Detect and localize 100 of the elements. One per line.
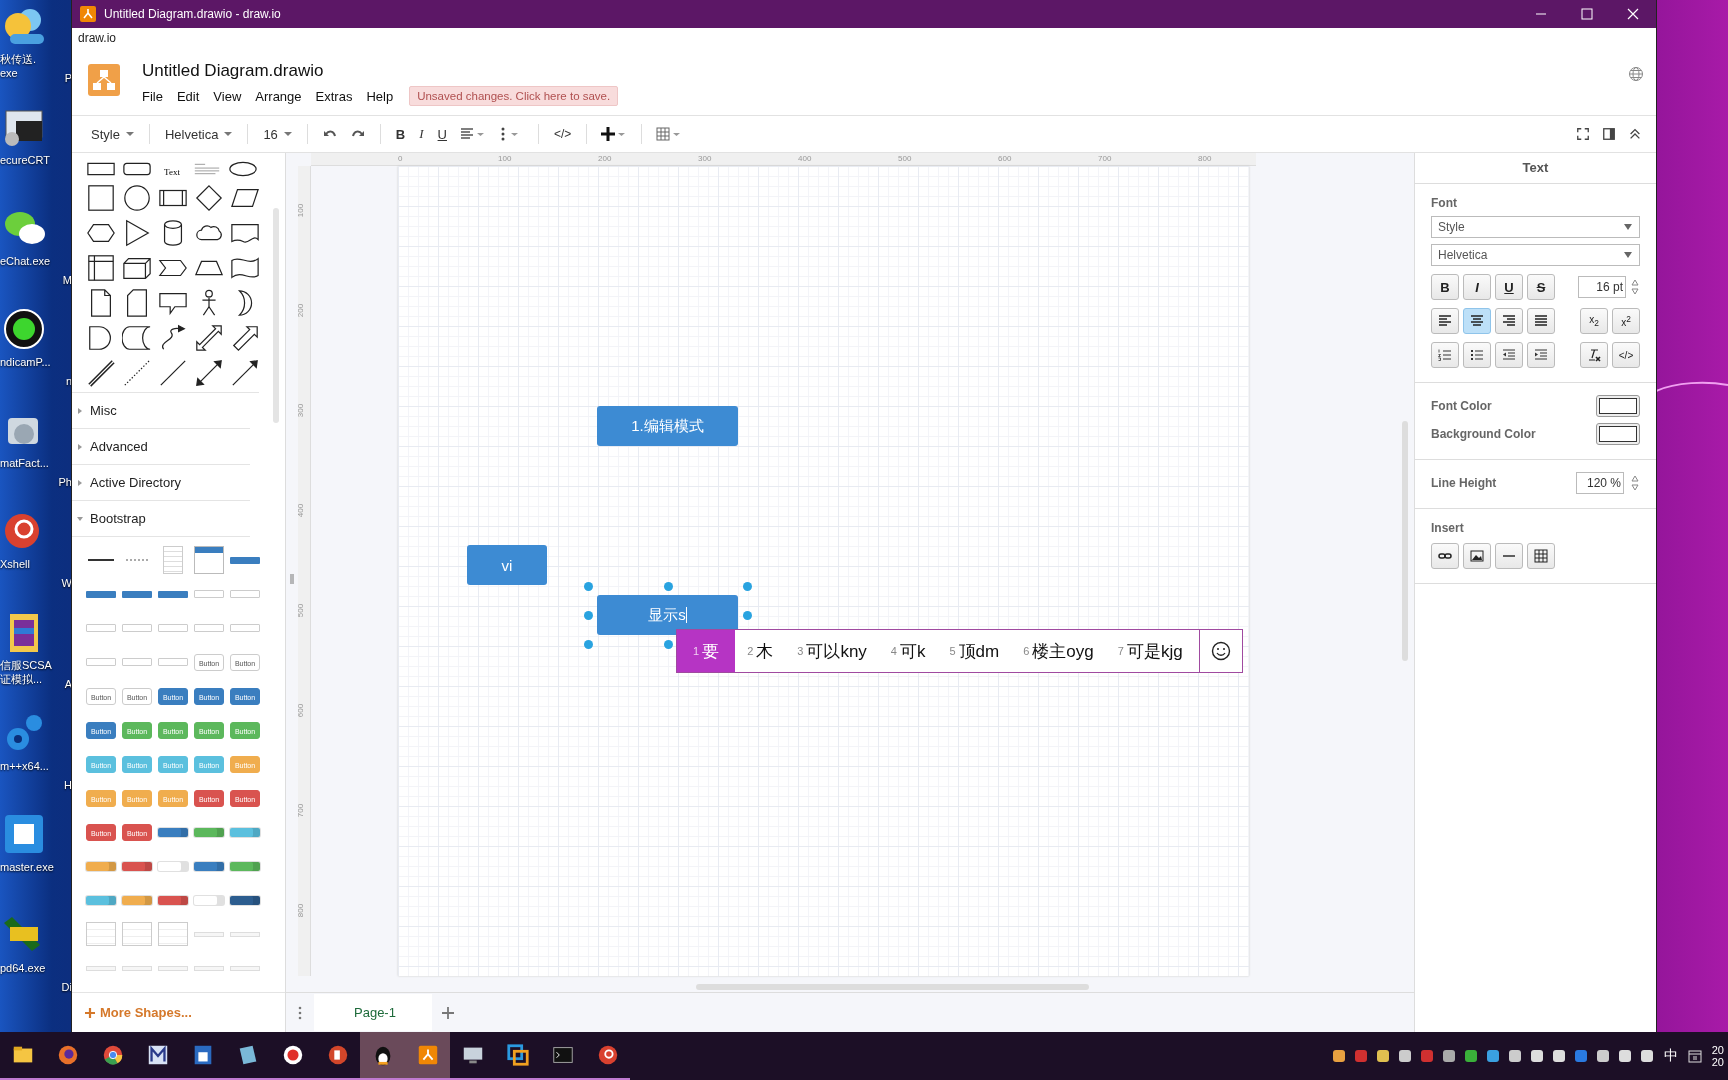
document-title[interactable]: Untitled Diagram.drawio bbox=[142, 60, 619, 82]
rectangle-shape-icon[interactable] bbox=[86, 161, 116, 177]
expand-arrow-icon[interactable] bbox=[76, 478, 84, 487]
tray-icon[interactable] bbox=[1639, 1049, 1654, 1063]
input-thumbnail[interactable] bbox=[158, 624, 188, 632]
font-dropdown[interactable]: Helvetica bbox=[159, 123, 238, 145]
resize-handle[interactable] bbox=[663, 640, 673, 649]
spinner-icon[interactable] bbox=[1630, 277, 1640, 297]
clear-formatting-button[interactable] bbox=[1580, 342, 1608, 368]
split-button-thumbnail[interactable] bbox=[122, 895, 152, 905]
resize-handle[interactable] bbox=[743, 582, 752, 591]
menu-item[interactable]: Extras bbox=[315, 88, 353, 104]
tray-icon[interactable] bbox=[1397, 1049, 1412, 1063]
input-thumbnail[interactable] bbox=[122, 658, 152, 666]
section-header[interactable]: Active Directory bbox=[90, 475, 182, 490]
ime-candidate[interactable]: 6 楼主oyg bbox=[1011, 630, 1106, 672]
line-icon[interactable] bbox=[158, 358, 188, 388]
underline-button[interactable]: U bbox=[432, 123, 452, 145]
bar-thumbnail[interactable] bbox=[122, 590, 152, 598]
desktop-app-icon[interactable] bbox=[2, 307, 46, 351]
insert-button[interactable] bbox=[1431, 543, 1459, 569]
maximize-icon[interactable] bbox=[1581, 8, 1593, 20]
tray-icon[interactable] bbox=[1529, 1049, 1544, 1063]
resize-handle[interactable] bbox=[584, 640, 593, 649]
pages-menu-icon[interactable] bbox=[298, 1005, 302, 1020]
split-button-thumbnail[interactable] bbox=[194, 861, 224, 871]
slider-thumbnail[interactable] bbox=[86, 965, 116, 971]
style-dropdown[interactable]: Style bbox=[86, 123, 139, 145]
ime-candidate[interactable]: 3 可以kny bbox=[785, 630, 879, 672]
expand-arrow-icon[interactable] bbox=[76, 406, 84, 415]
diamond-shape-icon[interactable] bbox=[194, 183, 224, 213]
section-header[interactable]: Misc bbox=[90, 403, 117, 418]
list-button[interactable] bbox=[1495, 342, 1523, 368]
circle-shape-icon[interactable] bbox=[122, 183, 152, 213]
dropdown-thumbnail[interactable] bbox=[230, 590, 260, 598]
tray-icon[interactable] bbox=[1331, 1049, 1346, 1063]
bar-thumbnail[interactable] bbox=[158, 590, 188, 598]
align-button[interactable] bbox=[1431, 308, 1459, 334]
script-button[interactable]: x$^{2}$ bbox=[1612, 308, 1640, 334]
color-swatch[interactable] bbox=[1596, 395, 1640, 417]
clock[interactable]: 20 20 bbox=[1711, 1044, 1724, 1068]
line-thumbnail[interactable] bbox=[88, 559, 114, 561]
arrow-icon[interactable] bbox=[230, 358, 260, 388]
font-size-field[interactable]: 16 pt bbox=[1578, 276, 1626, 298]
list-button[interactable] bbox=[1527, 342, 1555, 368]
line-height-field[interactable]: 120 % bbox=[1576, 472, 1624, 494]
align-button[interactable] bbox=[1495, 308, 1523, 334]
html-button[interactable]: </> bbox=[548, 124, 577, 144]
html-button[interactable]: </> bbox=[1612, 342, 1640, 368]
double-block-arrow-icon[interactable] bbox=[194, 323, 224, 353]
smiley-icon[interactable] bbox=[1210, 641, 1231, 661]
slider-thumbnail[interactable] bbox=[158, 965, 188, 971]
slider-thumbnail[interactable] bbox=[194, 931, 224, 937]
list-button[interactable] bbox=[1463, 342, 1491, 368]
split-button-thumbnail[interactable] bbox=[86, 895, 116, 905]
input-thumbnail[interactable] bbox=[194, 624, 224, 632]
text-style-button[interactable]: S bbox=[1527, 274, 1555, 300]
tray-icon[interactable] bbox=[1441, 1049, 1456, 1063]
color-swatch[interactable] bbox=[1596, 423, 1640, 445]
two-way-arrow-icon[interactable] bbox=[194, 358, 224, 388]
split-button-thumbnail[interactable] bbox=[194, 827, 224, 837]
tray-icon[interactable] bbox=[1617, 1049, 1632, 1063]
close-icon[interactable] bbox=[1627, 8, 1639, 20]
ellipse-shape-icon[interactable] bbox=[228, 161, 258, 177]
split-button-thumbnail[interactable] bbox=[230, 861, 260, 871]
split-button-thumbnail[interactable] bbox=[230, 895, 260, 905]
text-style-button[interactable]: B bbox=[1431, 274, 1459, 300]
menu-item[interactable]: Edit bbox=[176, 88, 200, 104]
expand-arrow-icon[interactable] bbox=[76, 442, 84, 451]
desktop-app-icon[interactable] bbox=[2, 812, 46, 856]
data-storage-shape-icon[interactable] bbox=[122, 323, 152, 353]
ime-candidate[interactable]: 7 可是kjg bbox=[1105, 630, 1195, 672]
font-size-dropdown[interactable]: 16 bbox=[258, 123, 297, 145]
tray-icon[interactable] bbox=[1507, 1049, 1522, 1063]
expand-arrow-icon[interactable] bbox=[76, 514, 84, 523]
double-line-icon[interactable] bbox=[86, 358, 116, 388]
diagram-node[interactable]: 1.编辑模式 bbox=[597, 406, 738, 446]
tray-icon[interactable] bbox=[1463, 1049, 1478, 1063]
style-select[interactable]: Style bbox=[1431, 216, 1640, 238]
split-button-thumbnail[interactable] bbox=[158, 895, 188, 905]
insert-button[interactable] bbox=[1463, 543, 1491, 569]
tray-icon[interactable] bbox=[1551, 1049, 1566, 1063]
text-shape[interactable]: Text bbox=[157, 167, 187, 177]
square-shape-icon[interactable] bbox=[86, 183, 116, 213]
insert-button[interactable] bbox=[1527, 543, 1555, 569]
tray-icon[interactable] bbox=[1485, 1049, 1500, 1063]
ime-candidate[interactable]: 4 可k bbox=[878, 630, 938, 672]
font-select[interactable]: Helvetica bbox=[1431, 244, 1640, 266]
menu-item[interactable]: Arrange bbox=[255, 88, 302, 104]
bar-thumbnail[interactable] bbox=[230, 556, 260, 564]
input-method-indicator[interactable]: 中 bbox=[1663, 1047, 1678, 1065]
globe-icon[interactable] bbox=[1628, 66, 1644, 82]
section-header[interactable]: Bootstrap bbox=[90, 511, 146, 526]
split-button-thumbnail[interactable] bbox=[122, 861, 152, 871]
collapse-icon[interactable] bbox=[1628, 127, 1642, 141]
menu-item[interactable]: Help bbox=[366, 88, 394, 104]
section-header[interactable]: Advanced bbox=[90, 439, 148, 454]
resize-handle[interactable] bbox=[743, 611, 752, 620]
menu-item[interactable]: File bbox=[142, 88, 163, 104]
storage-shape-icon[interactable] bbox=[86, 253, 116, 283]
